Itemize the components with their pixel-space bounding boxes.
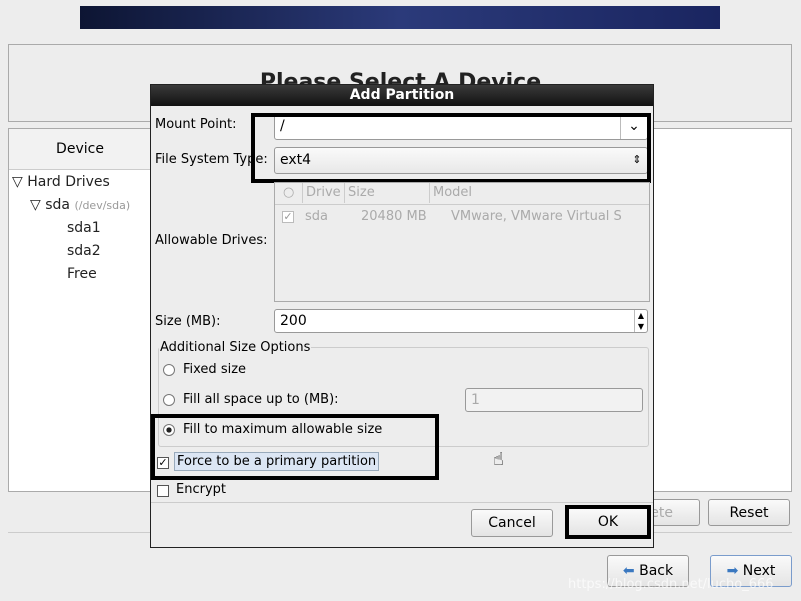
size-cell: 20480 MB [361,209,427,224]
fixed-size-radio[interactable] [163,364,175,376]
drive-checkbox[interactable]: ✓ [282,211,294,223]
fill-up-to-value: 1 [471,392,480,408]
watermark: https://blog.csdn.net/lucho_666 [568,577,774,592]
drive-cell: sda [305,209,328,224]
tree-item-sda2[interactable]: sda2 [67,243,101,259]
encrypt-checkbox[interactable] [157,485,169,497]
highlight-box [151,414,439,480]
divider [151,502,653,503]
column-model[interactable]: Model [429,183,472,203]
device-path: (/dev/sda) [74,199,131,212]
tree-item-free[interactable]: Free [67,266,97,282]
hand-cursor-icon: ☝ [493,449,504,470]
allowable-drives-label: Allowable Drives: [155,233,268,248]
column-drive[interactable]: Drive [302,183,341,203]
drives-table: ○ Drive Size Model ✓ sda 20480 MB VMware… [274,182,650,302]
dialog-title: Add Partition [151,85,653,106]
tree-label: Hard Drives [27,174,110,190]
fixed-size-label: Fixed size [183,362,247,377]
fill-up-to-radio[interactable] [163,394,175,406]
size-value: 200 [280,313,307,329]
table-row[interactable]: ✓ sda 20480 MB VMware, VMware Virtual S [275,205,649,229]
tree-item-sda1[interactable]: sda1 [67,220,101,236]
highlight-box [251,113,651,183]
mount-point-label: Mount Point: [155,117,237,132]
tree-item-hard-drives[interactable]: ▽ Hard Drives [12,174,110,190]
drives-table-header: ○ Drive Size Model [275,183,649,205]
add-partition-dialog: Add Partition Mount Point: / ⌄ File Syste… [150,84,654,548]
column-size[interactable]: Size [344,183,375,203]
size-spinbox[interactable]: 200 ▲ ▼ [274,309,648,333]
ok-button[interactable]: OK [565,505,651,539]
select-all-icon: ○ [283,185,295,200]
encrypt-label: Encrypt [176,482,226,497]
expand-triangle-icon: ▽ [30,197,41,213]
cancel-button[interactable]: Cancel [471,509,553,537]
tree-item-sda[interactable]: ▽ sda (/dev/sda) [30,197,130,213]
reset-button[interactable]: Reset [708,499,790,526]
model-cell: VMware, VMware Virtual S [451,209,622,224]
spin-arrows-icon[interactable]: ▲ ▼ [634,310,647,332]
tree-label: sda [45,197,70,213]
fill-up-to-spinbox[interactable]: 1 [465,388,643,412]
header-banner [80,6,720,29]
expand-triangle-icon: ▽ [12,174,23,190]
fill-up-to-label: Fill all space up to (MB): [183,392,339,407]
additional-size-label: Additional Size Options [159,340,312,355]
device-column-header[interactable]: Device [9,129,151,170]
size-label: Size (MB): [155,314,221,329]
